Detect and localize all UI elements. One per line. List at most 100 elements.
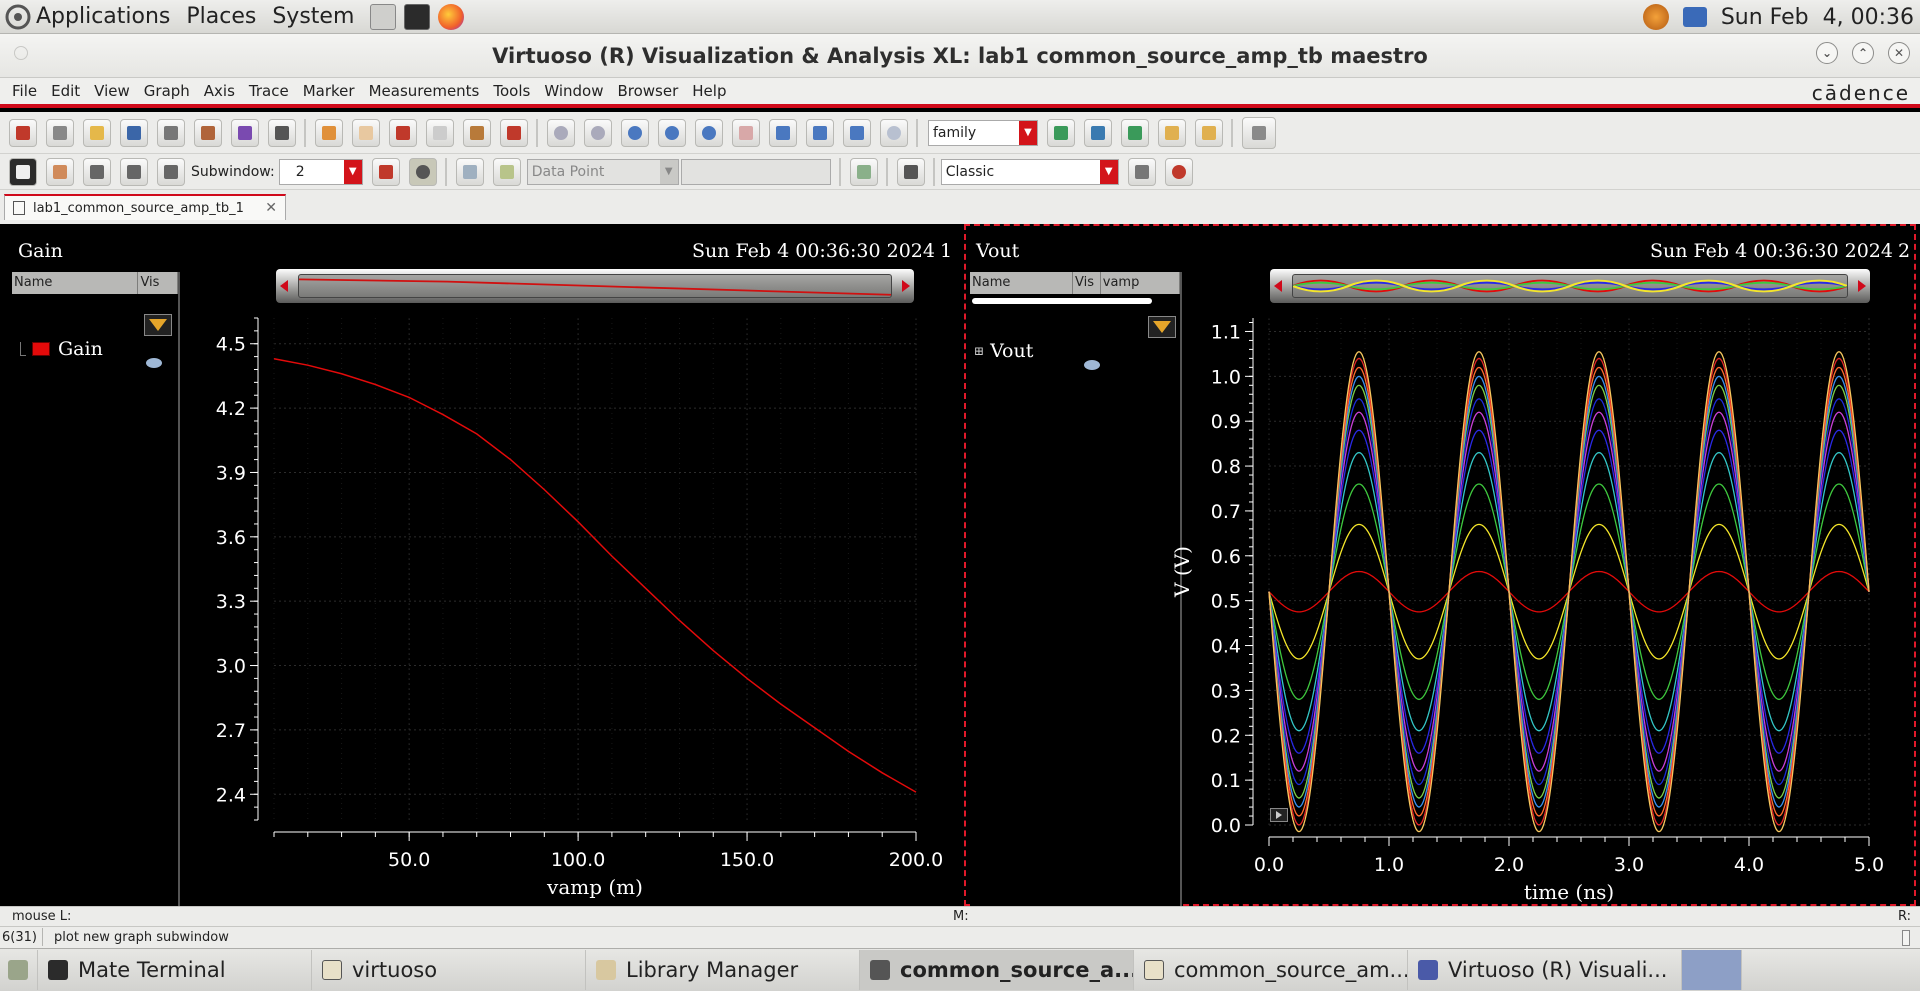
layout-icon[interactable]	[1158, 118, 1186, 147]
zoom-fit-circle-icon[interactable]	[584, 118, 612, 147]
network-icon[interactable]	[1682, 7, 1707, 27]
taskbar-item-virtuoso-visualization[interactable]: Virtuoso (R) Visuali...	[1408, 950, 1682, 990]
cards-icon[interactable]	[46, 157, 74, 186]
chevron-down-icon[interactable]: ▼	[1099, 159, 1118, 184]
firefox-icon[interactable]	[438, 3, 465, 30]
fit-icon[interactable]	[769, 118, 797, 147]
family-combo[interactable]: family ▼	[928, 119, 1038, 146]
delete-icon[interactable]	[500, 118, 528, 147]
file-manager-icon[interactable]	[370, 3, 397, 30]
menu-marker[interactable]: Marker	[303, 82, 355, 100]
toolbar-separator	[444, 157, 447, 186]
tab-close-icon[interactable]: ✕	[265, 200, 277, 216]
edit-icon[interactable]	[268, 118, 296, 147]
print-icon[interactable]	[157, 118, 185, 147]
flag-icon[interactable]	[371, 157, 400, 186]
strip-icon[interactable]	[1047, 118, 1075, 147]
clock[interactable]: Sun Feb 4, 00:36	[1721, 5, 1914, 30]
window-menu-icon[interactable]	[14, 46, 28, 60]
paste-icon[interactable]	[463, 118, 491, 147]
stack-icon[interactable]	[1121, 118, 1149, 147]
status-scroll-handle[interactable]	[1902, 930, 1910, 946]
graph-icon[interactable]	[231, 118, 259, 147]
top-panel: Applications Places System Sun Feb 4, 00…	[0, 0, 1920, 34]
menu-axis[interactable]: Axis	[204, 82, 235, 100]
datapoint-value-field[interactable]	[680, 158, 831, 185]
applications-menu[interactable]: Applications	[36, 4, 170, 29]
distro-logo-icon[interactable]	[4, 3, 32, 31]
tooltip-icon[interactable]	[408, 157, 437, 186]
zoom-xy-icon[interactable]	[843, 118, 871, 147]
tab-lab1-common-source-amp-tb-1[interactable]: lab1_common_source_amp_tb_1 ✕	[4, 194, 286, 220]
zoom-y-icon[interactable]	[806, 118, 834, 147]
style-combo[interactable]: Classic ▼	[940, 158, 1119, 185]
show-desktop-button[interactable]	[0, 950, 38, 990]
zoom-icon[interactable]	[621, 118, 649, 147]
taskbar-item-mate-terminal[interactable]: Mate Terminal	[38, 950, 312, 990]
back-icon[interactable]	[455, 157, 484, 186]
vertical-layout-icon[interactable]	[120, 157, 148, 186]
vout-chart[interactable]: 0.0 0.1 0.2 0.3 0.4 0.5 0.6 0.7 0.8 0.9 1.0 1.1 0.0 1…	[964, 224, 1916, 906]
zoom-in-icon[interactable]	[658, 118, 686, 147]
y-axis-label: V (V)	[1170, 546, 1194, 598]
update-notifier-icon[interactable]	[1642, 4, 1669, 30]
save-icon[interactable]	[120, 118, 148, 147]
undo-icon[interactable]	[315, 118, 343, 147]
copy-window-icon[interactable]	[1127, 157, 1156, 186]
menu-tools[interactable]: Tools	[493, 82, 530, 100]
select-mode-icon[interactable]	[9, 157, 37, 186]
close-window-icon[interactable]	[1164, 157, 1193, 186]
taskbar-item-common-source-a[interactable]: common_source_a...	[860, 950, 1134, 990]
split-icon[interactable]	[1084, 118, 1112, 147]
histogram-icon[interactable]	[849, 157, 878, 186]
new-subwindow-icon[interactable]	[46, 118, 74, 147]
taskbar-item-common-source-am[interactable]: common_source_am...	[1134, 950, 1408, 990]
cut-icon[interactable]	[389, 118, 417, 147]
menu-view[interactable]: View	[94, 82, 130, 100]
open-icon[interactable]	[83, 118, 111, 147]
desktop-icon	[8, 960, 28, 980]
grid-icon[interactable]	[1242, 116, 1276, 149]
redo-icon[interactable]	[352, 118, 380, 147]
forward-icon[interactable]	[492, 157, 521, 186]
close-icon[interactable]: ✕	[1888, 42, 1910, 64]
zoom-reset-icon[interactable]	[880, 118, 908, 147]
menu-window[interactable]: Window	[544, 82, 603, 100]
menu-edit[interactable]: Edit	[51, 82, 80, 100]
menu-browser[interactable]: Browser	[617, 82, 678, 100]
subwindow-combo[interactable]: 2 ▼	[278, 158, 363, 185]
minimize-icon[interactable]: ⌄	[1816, 42, 1838, 64]
subwindow-vout[interactable]: Vout Sun Feb 4 00:36:30 2024 2 Name Vis …	[964, 224, 1916, 906]
terminal-icon[interactable]	[404, 3, 431, 30]
menu-file[interactable]: File	[12, 82, 37, 100]
system-menu[interactable]: System	[272, 4, 354, 29]
chevron-down-icon[interactable]: ▼	[659, 159, 678, 184]
zoom-circle-icon[interactable]	[547, 118, 575, 147]
taskbar-item-library-manager[interactable]: Library Manager	[586, 950, 860, 990]
gain-chart[interactable]: 2.4 2.7 3.0 3.3 3.6 3.9 4.2 4.5 50.0 100.0 150.0 20…	[0, 224, 962, 906]
places-menu[interactable]: Places	[186, 4, 256, 29]
zoom-x-icon[interactable]	[732, 118, 760, 147]
tile-layout-icon[interactable]	[157, 157, 185, 186]
y-tick-label: 0.3	[1211, 680, 1241, 702]
horizontal-layout-icon[interactable]	[83, 157, 111, 186]
new-window-icon[interactable]	[9, 118, 37, 147]
window-titlebar[interactable]: Virtuoso (R) Visualization & Analysis XL…	[0, 34, 1920, 78]
maximize-icon[interactable]: ⌃	[1852, 42, 1874, 64]
mouse-right-label: R:	[1898, 909, 1912, 924]
taskbar-item-virtuoso[interactable]: virtuoso	[312, 950, 586, 990]
menu-trace[interactable]: Trace	[249, 82, 289, 100]
chevron-down-icon[interactable]: ▼	[1019, 120, 1037, 145]
workspace-switcher[interactable]	[1682, 950, 1742, 990]
zoom-out-icon[interactable]	[695, 118, 723, 147]
subwindow-gain[interactable]: Gain Sun Feb 4 00:36:30 2024 1 Name Vis …	[0, 224, 962, 906]
menu-help[interactable]: Help	[692, 82, 726, 100]
datapoint-combo[interactable]: Data Point ▼	[526, 158, 679, 185]
layout-alt-icon[interactable]	[1195, 118, 1223, 147]
calculator-icon[interactable]	[896, 157, 925, 186]
chevron-down-icon[interactable]: ▼	[343, 159, 362, 184]
menu-measurements[interactable]: Measurements	[369, 82, 480, 100]
menu-graph[interactable]: Graph	[144, 82, 190, 100]
copy-icon[interactable]	[426, 118, 454, 147]
camera-icon[interactable]	[194, 118, 222, 147]
